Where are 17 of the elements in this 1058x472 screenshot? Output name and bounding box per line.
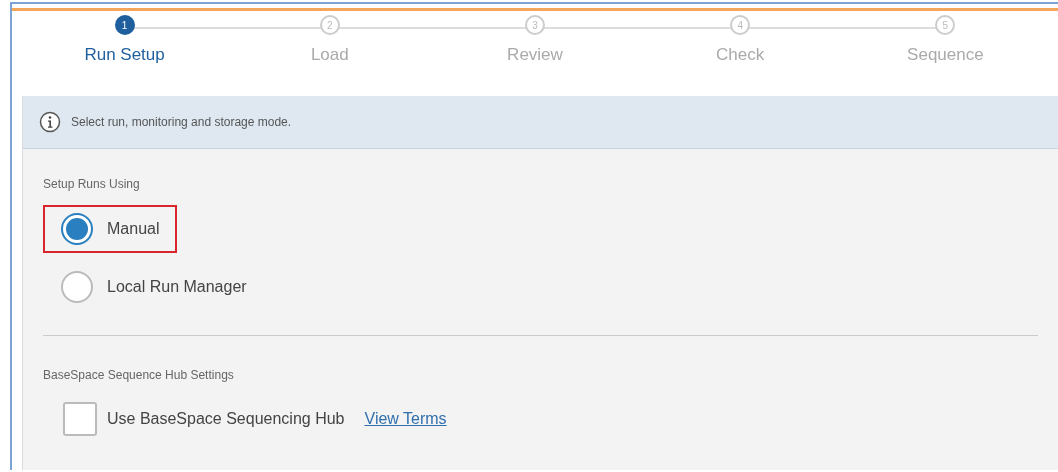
info-text: Select run, monitoring and storage mode. (71, 115, 292, 129)
radio-button[interactable] (61, 271, 93, 303)
step-label[interactable]: Run Setup (84, 45, 165, 65)
checkbox-label: Use BaseSpace Sequencing Hub (107, 410, 345, 428)
section-heading: Setup Runs Using (43, 177, 141, 191)
info-icon (39, 111, 61, 133)
step-number: 5 (935, 15, 956, 35)
section-heading: BaseSpace Sequence Hub Settings (43, 368, 235, 382)
step-number: 1 (114, 15, 135, 35)
radio-option[interactable]: Local Run Manager (43, 263, 265, 311)
step-number: 2 (319, 15, 340, 35)
radio-option[interactable]: Manual (43, 205, 178, 253)
checkbox[interactable] (63, 402, 97, 436)
view-terms-link[interactable]: View Terms (364, 410, 447, 428)
step-number: 3 (525, 15, 545, 35)
radio-button[interactable] (61, 213, 93, 245)
step-number: 4 (730, 15, 751, 35)
